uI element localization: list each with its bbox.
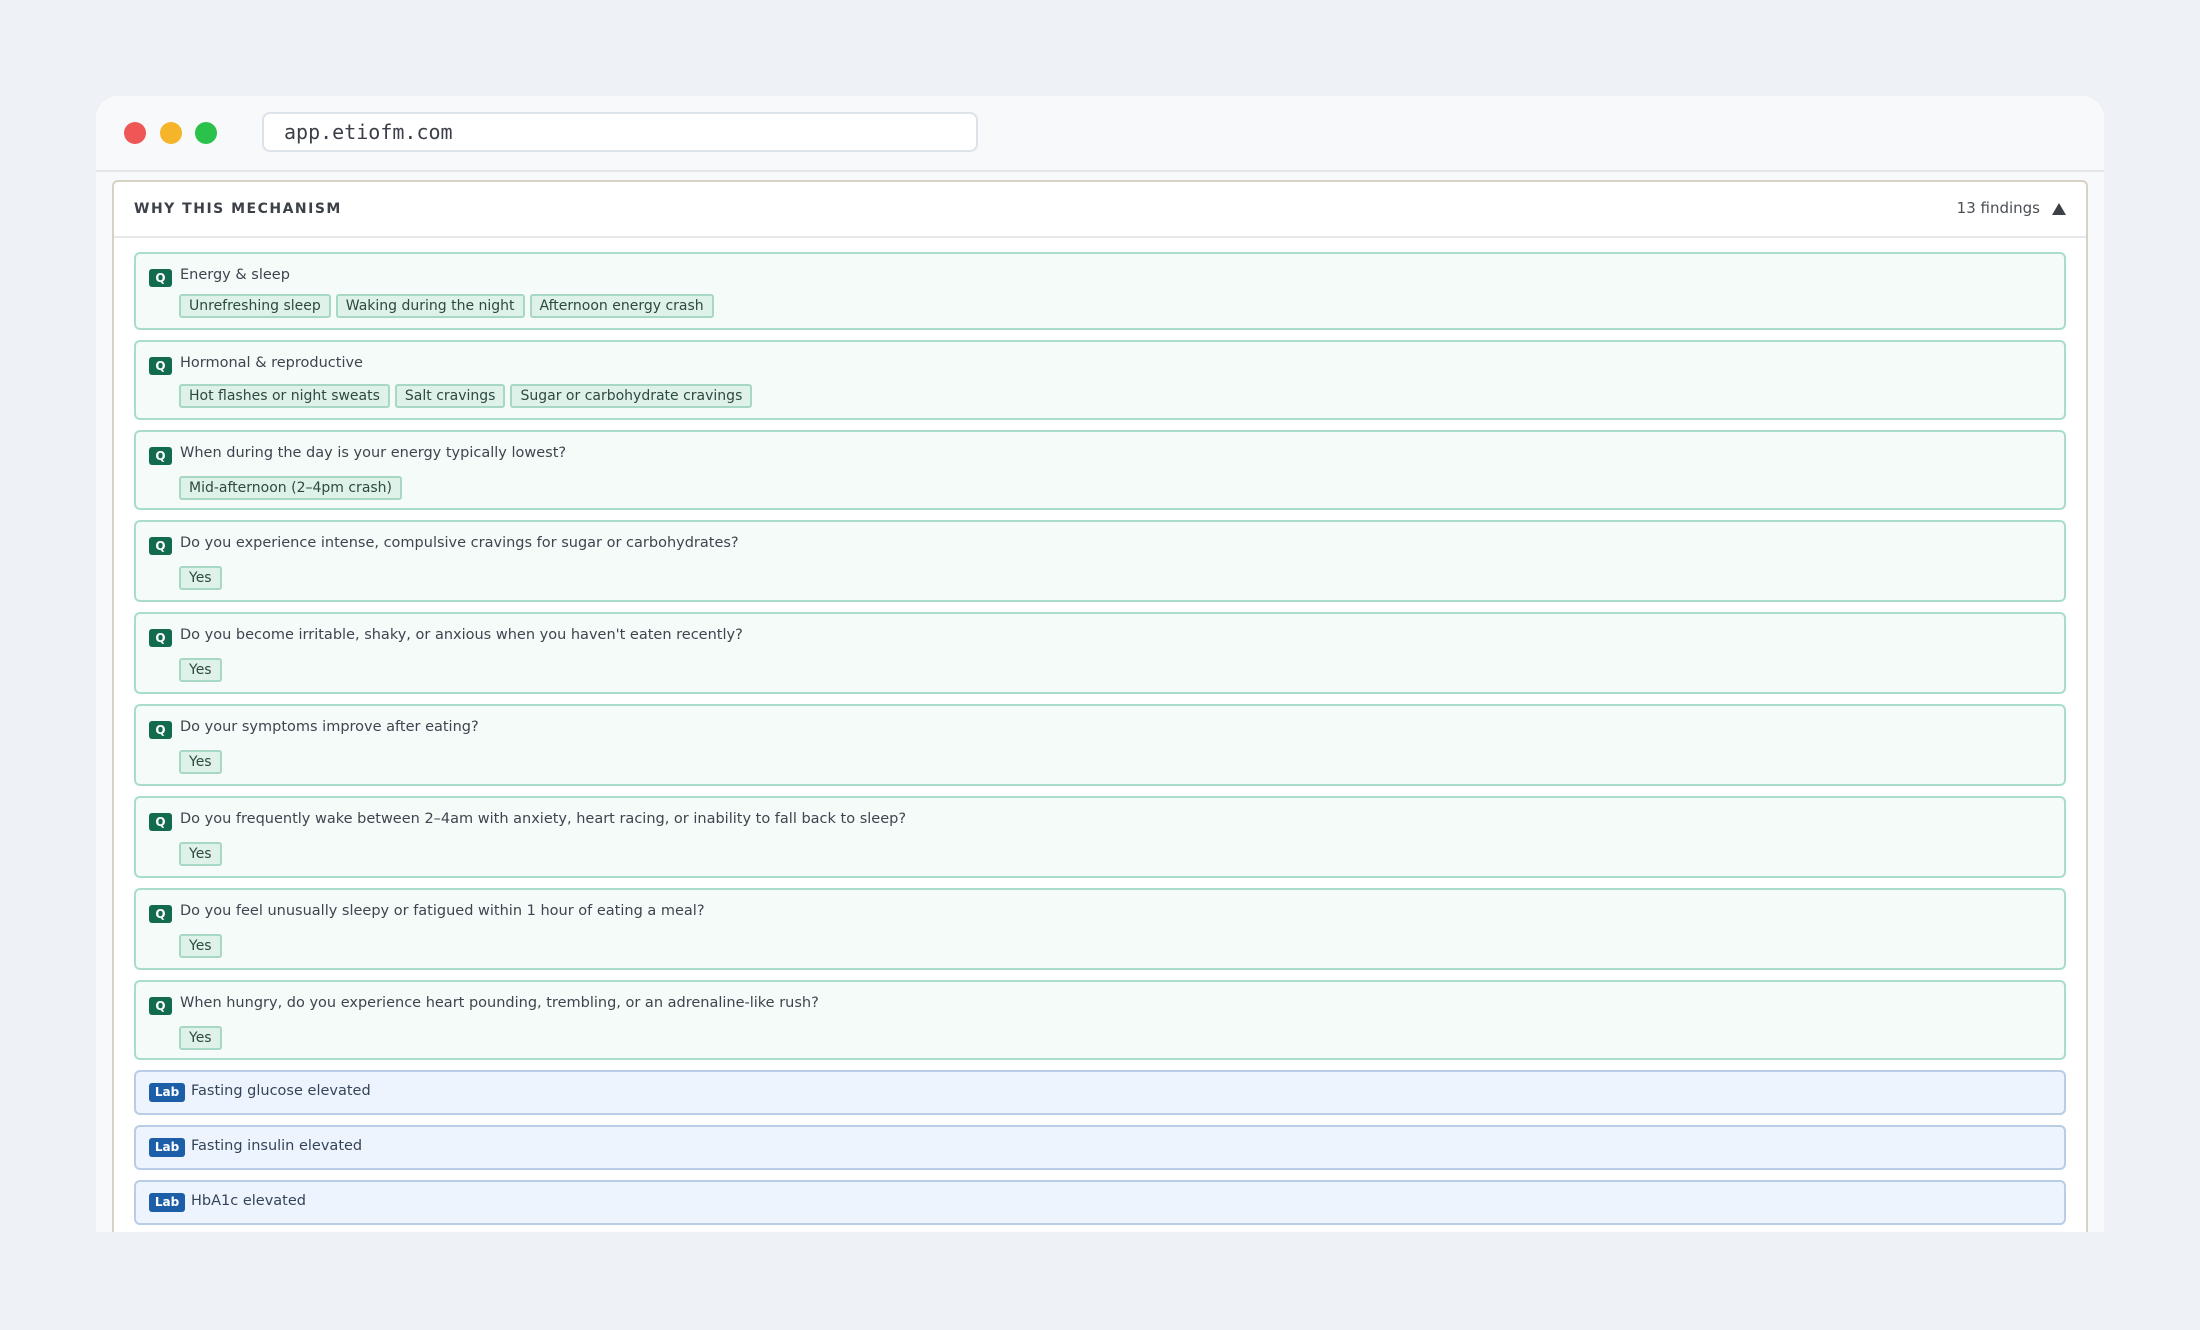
lab-badge: Lab <box>149 1193 185 1212</box>
question-text: Do you become irritable, shaky, or anxio… <box>180 627 743 643</box>
question-text: When during the day is your energy typic… <box>180 445 567 461</box>
question-badge: Q <box>149 721 172 739</box>
answer-chip: Yes <box>179 750 222 774</box>
question-text: Hormonal & reproductive <box>180 355 363 371</box>
question-card: Q Do you frequently wake between 2–4am w… <box>134 796 2066 878</box>
browser-window: app.etiofm.com WHY THIS MECHANISM 13 fin… <box>96 96 2104 1232</box>
answer-chips: Mid-afternoon (2–4pm crash) <box>179 476 403 500</box>
question-text: Do you experience intense, compulsive cr… <box>180 535 739 551</box>
answer-chip: Yes <box>179 842 222 866</box>
question-text: Do you feel unusually sleepy or fatigued… <box>180 903 705 919</box>
answer-chips: Yes <box>179 934 222 958</box>
question-badge: Q <box>149 357 172 375</box>
question-badge: Q <box>149 537 172 555</box>
close-window-dot[interactable] <box>124 122 146 144</box>
question-card: Q Energy & sleep Unrefreshing sleep Waki… <box>134 252 2066 330</box>
answer-chips: Yes <box>179 658 222 682</box>
answer-chip: Waking during the night <box>335 294 525 318</box>
answer-chip: Yes <box>179 934 222 958</box>
address-bar[interactable]: app.etiofm.com <box>262 112 978 152</box>
question-text: Do you frequently wake between 2–4am wit… <box>180 811 907 827</box>
lab-card: Lab Fasting glucose elevated <box>134 1070 2066 1115</box>
answer-chips: Hot flashes or night sweats Salt craving… <box>179 384 753 408</box>
question-text: Do your symptoms improve after eating? <box>180 719 479 735</box>
why-this-mechanism-panel: WHY THIS MECHANISM 13 findings Q Energy … <box>112 180 2088 1232</box>
question-card: Q When during the day is your energy typ… <box>134 430 2066 510</box>
lab-text: HbA1c elevated <box>191 1193 306 1209</box>
question-text: Energy & sleep <box>180 267 290 283</box>
question-card: Q Do your symptoms improve after eating?… <box>134 704 2066 786</box>
question-badge: Q <box>149 447 172 465</box>
answer-chips: Yes <box>179 566 222 590</box>
answer-chip: Yes <box>179 566 222 590</box>
panel-header[interactable]: WHY THIS MECHANISM 13 findings <box>114 182 2086 238</box>
question-card: Q Do you become irritable, shaky, or anx… <box>134 612 2066 694</box>
answer-chips: Yes <box>179 750 222 774</box>
browser-chrome: app.etiofm.com <box>96 96 2104 172</box>
answer-chip: Unrefreshing sleep <box>179 294 331 318</box>
answer-chip: Afternoon energy crash <box>529 294 714 318</box>
answer-chips: Yes <box>179 842 222 866</box>
lab-text: Fasting glucose elevated <box>191 1083 371 1099</box>
lab-card: Lab HbA1c elevated <box>134 1180 2066 1225</box>
lab-card: Lab Fasting insulin elevated <box>134 1125 2066 1170</box>
collapse-triangle-icon[interactable] <box>2052 203 2066 215</box>
answer-chip: Hot flashes or night sweats <box>179 384 390 408</box>
answer-chip: Yes <box>179 658 222 682</box>
question-badge: Q <box>149 813 172 831</box>
question-badge: Q <box>149 905 172 923</box>
answer-chip: Salt cravings <box>394 384 506 408</box>
question-badge: Q <box>149 269 172 287</box>
answer-chips: Unrefreshing sleep Waking during the nig… <box>179 294 714 318</box>
question-badge: Q <box>149 629 172 647</box>
findings-count: 13 findings <box>1956 199 2040 217</box>
question-card: Q Do you experience intense, compulsive … <box>134 520 2066 602</box>
answer-chip: Yes <box>179 1026 222 1050</box>
lab-badge: Lab <box>149 1083 185 1102</box>
question-badge: Q <box>149 997 172 1015</box>
maximize-window-dot[interactable] <box>195 122 217 144</box>
lab-badge: Lab <box>149 1138 185 1157</box>
question-card: Q Do you feel unusually sleepy or fatigu… <box>134 888 2066 970</box>
answer-chips: Yes <box>179 1026 222 1050</box>
question-text: When hungry, do you experience heart pou… <box>180 995 819 1011</box>
minimize-window-dot[interactable] <box>160 122 182 144</box>
answer-chip: Mid-afternoon (2–4pm crash) <box>179 476 403 500</box>
question-card: Q Hormonal & reproductive Hot flashes or… <box>134 340 2066 420</box>
question-card: Q When hungry, do you experience heart p… <box>134 980 2066 1060</box>
panel-title: WHY THIS MECHANISM <box>134 201 342 217</box>
lab-text: Fasting insulin elevated <box>191 1138 363 1154</box>
answer-chip: Sugar or carbohydrate cravings <box>510 384 753 408</box>
